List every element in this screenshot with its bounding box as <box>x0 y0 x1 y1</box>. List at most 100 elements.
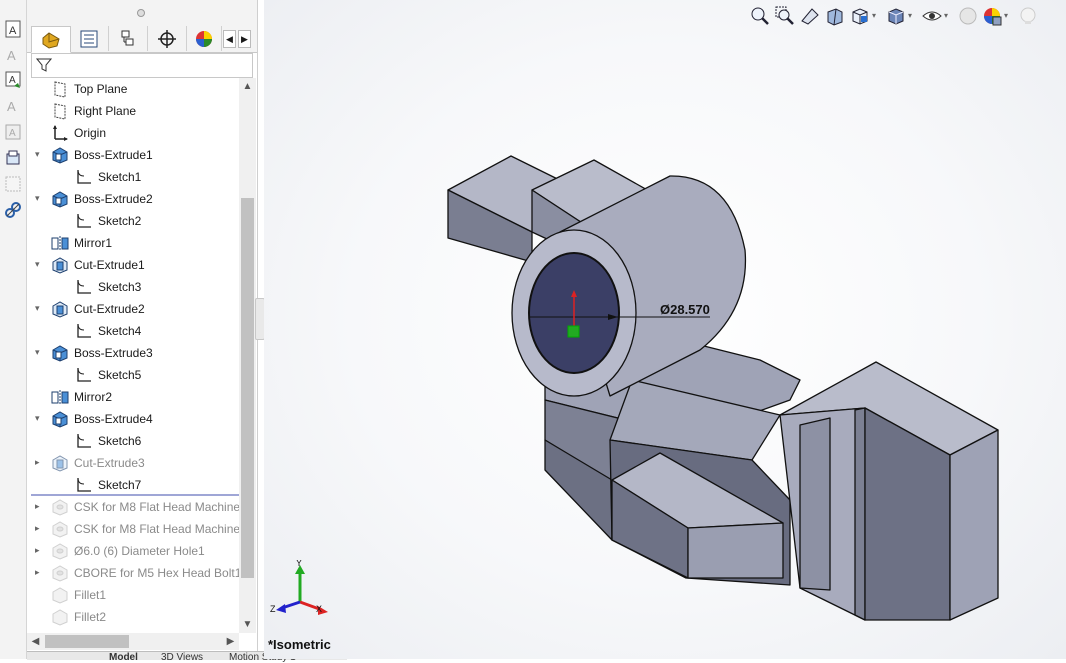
rollback-bar[interactable] <box>31 494 239 496</box>
tree-item[interactable]: ▾ Boss-Extrude3 <box>27 342 239 364</box>
tree-item[interactable]: ▸ Ø6.0 (6) Diameter Hole1 <box>27 540 239 562</box>
tree-item-label: Ø6.0 (6) Diameter Hole1 <box>74 544 205 558</box>
tree-item[interactable]: ▾ Boss-Extrude2 <box>27 188 239 210</box>
panel-grip[interactable] <box>27 0 257 26</box>
cut-extrude-icon <box>51 454 69 472</box>
tree-item[interactable]: Origin <box>27 122 239 144</box>
boss-extrude-icon <box>51 410 69 428</box>
dimxpert-manager-tab[interactable] <box>148 26 187 51</box>
graphics-area[interactable]: ▾ ▾ ▾ ▾ Ø28.570 Y X Z *Isometric <box>264 0 1066 659</box>
tree-item[interactable]: ▾ Boss-Extrude1 <box>27 144 239 166</box>
tree-expander-icon[interactable]: ▸ <box>35 457 45 467</box>
svg-text:A: A <box>9 128 16 139</box>
lower-block-front-face[interactable] <box>687 522 784 579</box>
tree-item-label: CSK for M8 Flat Head Machine <box>74 500 239 514</box>
tree-item[interactable]: ▸ Cut-Extrude3 <box>27 452 239 474</box>
feature-manager-tabs: ◀ ▶ <box>27 26 257 53</box>
tree-item[interactable]: Sketch4 <box>27 320 239 342</box>
tree-item[interactable]: Top Plane <box>27 78 239 100</box>
balloon-icon[interactable]: A <box>2 44 23 65</box>
surface-finish-icon[interactable]: A <box>2 95 23 116</box>
plane-icon <box>51 80 69 98</box>
tree-expander-icon[interactable]: ▾ <box>35 259 45 269</box>
dimension-text[interactable]: Ø28.570 <box>660 302 710 317</box>
plane-icon <box>51 102 69 120</box>
tree-item-label: CBORE for M5 Hex Head Bolt1 <box>74 566 239 580</box>
right-block-right-face[interactable] <box>949 429 999 621</box>
weld-symbol-icon[interactable]: A <box>2 121 23 142</box>
tree-item-label: Sketch5 <box>98 368 142 382</box>
tree-item[interactable]: ▸ CSK for M8 Flat Head Machine <box>27 518 239 540</box>
scroll-down-button[interactable]: ▼ <box>239 616 256 633</box>
tree-item[interactable]: ▸ CBORE for M5 Hex Head Bolt1 <box>27 562 239 584</box>
tree-item[interactable]: ▸ CSK for M8 Flat Head Machine <box>27 496 239 518</box>
tree-expander-icon[interactable]: ▾ <box>35 149 45 159</box>
tree-item[interactable]: Mirror2 <box>27 386 239 408</box>
smart-dimension-icon[interactable] <box>2 199 23 220</box>
sketch-icon <box>75 322 93 340</box>
tree-expander-icon[interactable]: ▸ <box>35 545 45 555</box>
tree-item[interactable]: ▾ Boss-Extrude4 <box>27 408 239 430</box>
tree-item[interactable]: Sketch3 <box>27 276 239 298</box>
tree-expander-icon[interactable]: ▾ <box>35 303 45 313</box>
tabs-scroll-right-button[interactable]: ▶ <box>238 30 251 48</box>
feature-tree-vertical-scrollbar[interactable]: ▲ ▼ <box>239 78 256 633</box>
annotation-note-icon[interactable]: A <box>2 18 23 39</box>
tree-item[interactable]: Fillet1 <box>27 584 239 606</box>
right-slot-face[interactable] <box>799 417 831 591</box>
tree-item[interactable]: Sketch1 <box>27 166 239 188</box>
tree-item[interactable]: Sketch7 <box>27 474 239 496</box>
tree-expander-icon[interactable]: ▾ <box>35 347 45 357</box>
tree-item[interactable]: Sketch2 <box>27 210 239 232</box>
origin-point-icon[interactable] <box>567 325 580 338</box>
tree-item[interactable]: Sketch5 <box>27 364 239 386</box>
feature-manager-panel: ◀ ▶ Top Plane Right Plane Origin ▾ Boss-Extr… <box>27 0 258 659</box>
svg-text:A: A <box>9 25 17 37</box>
tree-item-label: Sketch6 <box>98 434 142 448</box>
tree-item-label: Cut-Extrude2 <box>74 302 145 316</box>
configuration-manager-tab[interactable] <box>109 26 148 51</box>
tab-model[interactable]: Model <box>109 653 138 663</box>
tree-item-label: Sketch1 <box>98 170 142 184</box>
datum-feature-icon[interactable] <box>2 147 23 168</box>
svg-text:A: A <box>7 48 16 63</box>
property-manager-tab[interactable] <box>70 26 109 51</box>
tree-item[interactable]: ▾ Cut-Extrude2 <box>27 298 239 320</box>
feature-manager-tab[interactable] <box>31 26 71 53</box>
hole-wizard-icon <box>51 520 69 538</box>
tree-item-label: Sketch7 <box>98 478 142 492</box>
sketch-icon <box>75 212 93 230</box>
h-scroll-thumb[interactable] <box>45 635 129 648</box>
feature-filter-input[interactable] <box>31 53 253 78</box>
tree-item[interactable]: Mirror1 <box>27 232 239 254</box>
scroll-right-button[interactable]: ▶ <box>222 633 239 650</box>
display-manager-tab[interactable] <box>187 26 222 51</box>
scroll-up-button[interactable]: ▲ <box>239 78 256 95</box>
feature-tree-horizontal-scrollbar[interactable]: ◀ ▶ <box>27 633 239 650</box>
tree-item-label: Boss-Extrude3 <box>74 346 153 360</box>
part-model[interactable]: Ø28.570 <box>264 0 1066 659</box>
cut-extrude-icon <box>51 256 69 274</box>
tree-expander-icon[interactable]: ▸ <box>35 523 45 533</box>
tree-expander-icon[interactable]: ▾ <box>35 413 45 423</box>
svg-text:A: A <box>9 75 16 86</box>
svg-text:A: A <box>7 99 16 114</box>
tab-3d-views[interactable]: 3D Views <box>161 653 203 663</box>
scroll-thumb[interactable] <box>241 198 254 578</box>
tree-expander-icon[interactable]: ▾ <box>35 193 45 203</box>
tree-item[interactable]: Sketch6 <box>27 430 239 452</box>
tabs-scroll-left-button[interactable]: ◀ <box>223 30 236 48</box>
geometric-tolerance-icon[interactable] <box>2 173 23 194</box>
fillet-icon <box>51 586 69 604</box>
tree-expander-icon[interactable]: ▸ <box>35 567 45 577</box>
tree-item[interactable]: Right Plane <box>27 100 239 122</box>
tree-item[interactable]: ▾ Cut-Extrude1 <box>27 254 239 276</box>
scroll-left-button[interactable]: ◀ <box>27 633 44 650</box>
slot-inner-face[interactable] <box>854 407 866 621</box>
hole-wizard-icon <box>51 498 69 516</box>
auto-balloon-icon[interactable]: A <box>2 69 23 90</box>
tree-item-label: Mirror2 <box>74 390 112 404</box>
hole-wizard-icon <box>51 564 69 582</box>
tree-expander-icon[interactable]: ▸ <box>35 501 45 511</box>
tree-item[interactable]: Fillet2 <box>27 606 239 628</box>
